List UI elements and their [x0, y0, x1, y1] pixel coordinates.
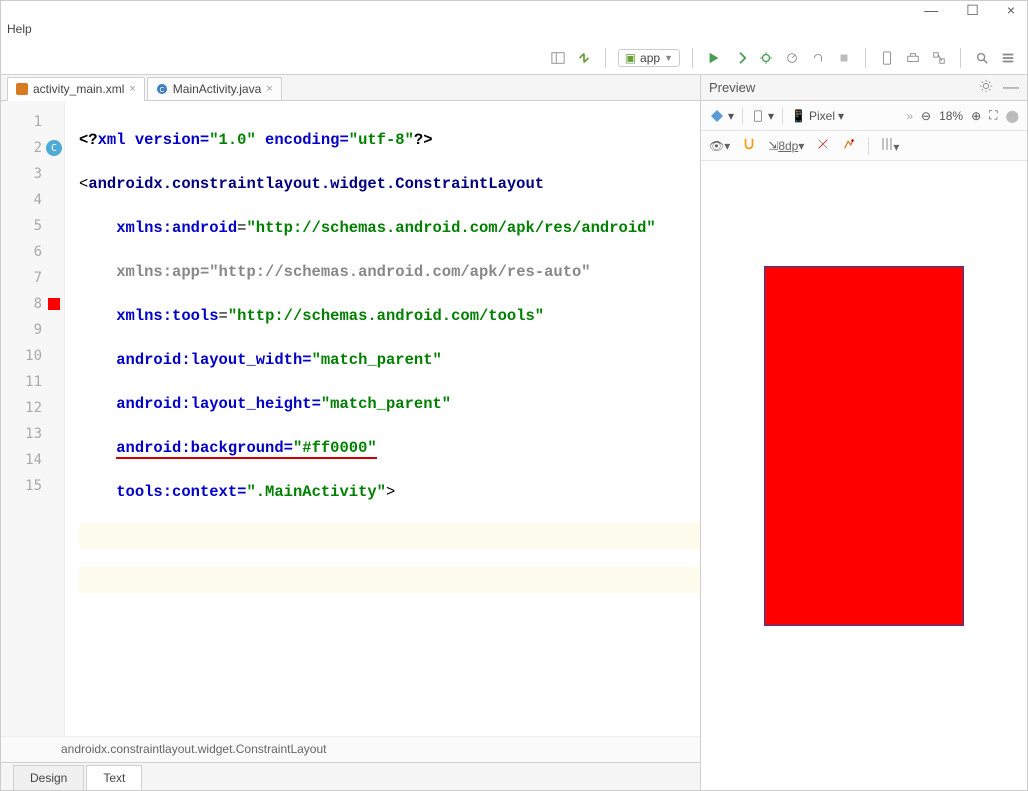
- gear-icon[interactable]: [979, 79, 993, 97]
- magnet-icon[interactable]: [742, 137, 756, 154]
- layout-icon[interactable]: [549, 49, 567, 67]
- preview-canvas[interactable]: [701, 161, 1027, 790]
- warnings-icon[interactable]: ⬤: [1006, 109, 1019, 123]
- java-file-icon: C: [156, 83, 168, 95]
- apply-changes-icon[interactable]: [731, 49, 749, 67]
- guidelines-icon[interactable]: ▾: [881, 137, 899, 154]
- device-toolbar: ▾ ▾ 📱 Pixel▾ » ⊖ 18% ⊕ ⛶ ⬤: [701, 101, 1027, 131]
- window-titlebar: — ☐ ×: [1, 1, 1027, 19]
- infer-constraints-icon[interactable]: [842, 137, 856, 154]
- sdk-icon[interactable]: [904, 49, 922, 67]
- view-options-icon[interactable]: 👁▾: [709, 139, 730, 153]
- color-swatch-icon[interactable]: [48, 298, 60, 310]
- run-config-dropdown[interactable]: ▣ app ▼: [618, 49, 680, 67]
- close-icon[interactable]: ×: [266, 83, 272, 95]
- editor-mode-tabs: Design Text: [1, 762, 700, 790]
- stop-icon[interactable]: [835, 49, 853, 67]
- window-close[interactable]: ×: [1007, 2, 1015, 18]
- overflow-icon[interactable]: [999, 49, 1017, 67]
- tab-mainactivity[interactable]: C MainActivity.java ×: [147, 77, 282, 100]
- more-icon[interactable]: »: [906, 109, 913, 123]
- zoom-out-icon[interactable]: ⊖: [921, 109, 931, 123]
- xml-file-icon: [16, 83, 28, 95]
- zoom-in-icon[interactable]: ⊕: [971, 109, 981, 123]
- clear-constraints-icon[interactable]: [816, 137, 830, 154]
- orientation-icon[interactable]: ▾: [751, 109, 774, 123]
- line-gutter: 1 2C 3 4 5 6 7 8 9 10 11 12 13 14 15: [1, 101, 65, 736]
- zoom-fit-icon[interactable]: ⛶: [989, 108, 997, 123]
- class-marker-icon: C: [46, 140, 62, 156]
- structure-icon[interactable]: [930, 49, 948, 67]
- code-editor[interactable]: 1 2C 3 4 5 6 7 8 9 10 11 12 13 14 15 <?x…: [1, 101, 700, 736]
- device-selector[interactable]: 📱 Pixel▾: [791, 109, 844, 123]
- hide-icon[interactable]: —: [1003, 79, 1019, 97]
- android-icon: ▣: [625, 51, 636, 65]
- default-margins[interactable]: ⇲8dp▾: [768, 139, 804, 153]
- layout-toolbar: 👁▾ ⇲8dp▾ ▾: [701, 131, 1027, 161]
- zoom-level: 18%: [939, 109, 963, 123]
- tab-activity-main[interactable]: activity_main.xml ×: [7, 77, 145, 100]
- tab-design[interactable]: Design: [13, 765, 84, 790]
- preview-title: Preview: [709, 80, 755, 95]
- profiler-icon[interactable]: [783, 49, 801, 67]
- code-area[interactable]: <?xml version="1.0" encoding="utf-8"?> <…: [65, 101, 700, 736]
- run-icon[interactable]: [705, 49, 723, 67]
- svg-text:C: C: [159, 87, 164, 94]
- breadcrumb[interactable]: androidx.constraintlayout.widget.Constra…: [1, 736, 700, 762]
- preview-header: Preview —: [701, 75, 1027, 101]
- tab-text[interactable]: Text: [86, 765, 142, 790]
- avd-icon[interactable]: [878, 49, 896, 67]
- menu-help[interactable]: Help: [7, 22, 32, 36]
- main-toolbar: ▣ app ▼: [1, 41, 1027, 75]
- close-icon[interactable]: ×: [129, 83, 135, 95]
- design-surface-icon[interactable]: ▾: [709, 108, 734, 124]
- device-preview[interactable]: [764, 266, 964, 626]
- menubar: Help: [1, 19, 1027, 41]
- debug-icon[interactable]: [757, 49, 775, 67]
- window-minimize[interactable]: —: [924, 2, 938, 18]
- sync-icon[interactable]: [575, 49, 593, 67]
- search-icon[interactable]: [973, 49, 991, 67]
- window-maximize[interactable]: ☐: [966, 2, 979, 19]
- attach-icon[interactable]: [809, 49, 827, 67]
- editor-tabs: activity_main.xml × C MainActivity.java …: [1, 75, 700, 101]
